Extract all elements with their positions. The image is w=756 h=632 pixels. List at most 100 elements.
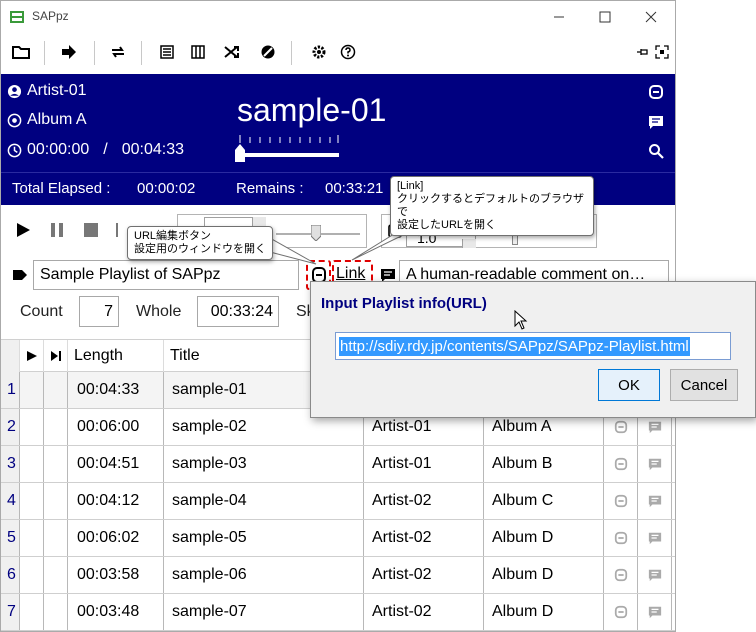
speed-spinner[interactable] xyxy=(462,239,476,248)
row-length: 00:04:51 xyxy=(68,446,164,482)
ok-button[interactable]: OK xyxy=(598,369,660,401)
row-comment-cell[interactable] xyxy=(638,520,672,556)
table-row[interactable]: 3 00:04:51 sample-03 Artist-01 Album B xyxy=(1,446,675,483)
url-edit-tooltip: URL編集ボタン 設定用のウィンドウを開く xyxy=(127,226,273,260)
clock-icon xyxy=(7,143,22,157)
search-icon xyxy=(649,144,664,159)
whole-value: 00:33:24 xyxy=(210,302,273,320)
row-number-text: 4 xyxy=(7,492,16,509)
playlist-url-button[interactable] xyxy=(648,84,664,100)
row-url-cell[interactable] xyxy=(604,446,638,482)
url-input[interactable]: http://sdiy.rdy.jp/contents/SAPpz/SAPpz-… xyxy=(335,332,731,360)
play-button[interactable] xyxy=(15,222,31,238)
link-icon xyxy=(614,420,627,434)
toolbar xyxy=(1,35,675,71)
maximize-icon xyxy=(599,11,611,23)
tag-icon xyxy=(13,270,27,280)
row-play-cell xyxy=(20,483,44,519)
help-icon xyxy=(340,44,356,60)
disable-button[interactable] xyxy=(257,41,279,63)
header-play-column[interactable] xyxy=(20,340,44,372)
row-play-cell xyxy=(20,520,44,556)
help-button[interactable] xyxy=(337,41,359,63)
minimize-button[interactable] xyxy=(539,5,579,29)
search-button[interactable] xyxy=(648,143,664,159)
row-number-text: 7 xyxy=(7,603,16,620)
row-comment-cell[interactable] xyxy=(638,557,672,593)
header-next-column[interactable] xyxy=(44,340,68,372)
row-artist-text: Artist-01 xyxy=(372,418,432,435)
album-name: Album A xyxy=(27,111,87,128)
row-number: 4 xyxy=(1,483,20,519)
now-playing-panel: Artist-01 Album A 00:00:00 / 00:04:33 sa… xyxy=(1,74,675,172)
pause-button[interactable] xyxy=(49,222,65,238)
row-play-cell xyxy=(20,557,44,593)
row-url-cell[interactable] xyxy=(604,594,638,630)
table-row[interactable]: 7 00:03:48 sample-07 Artist-02 Album D xyxy=(1,594,675,631)
row-album: Album D xyxy=(484,594,604,630)
row-length-text: 00:04:33 xyxy=(77,381,140,398)
stop-button[interactable] xyxy=(83,222,99,238)
row-album-text: Album B xyxy=(492,455,553,472)
row-artist-text: Artist-02 xyxy=(372,566,432,583)
row-album-text: Album C xyxy=(492,492,554,509)
link-tooltip-line2: クリックするとデフォルトのブラウザで xyxy=(397,193,584,218)
pin-button[interactable] xyxy=(631,41,653,63)
count-field: 7 xyxy=(79,296,119,327)
settings-button[interactable] xyxy=(308,41,330,63)
row-next-cell xyxy=(44,372,68,408)
playlist-name-field[interactable]: Sample Playlist of SAPpz xyxy=(33,260,299,290)
row-number-text: 3 xyxy=(7,455,16,472)
row-url-cell[interactable] xyxy=(604,483,638,519)
shuffle-button[interactable] xyxy=(221,41,243,63)
row-comment-cell[interactable] xyxy=(638,446,672,482)
title-bar: SAPpz xyxy=(1,1,675,32)
seek-bar[interactable] xyxy=(239,153,339,157)
time-separator: / xyxy=(103,141,108,158)
table-row[interactable]: 4 00:04:12 sample-04 Artist-02 Album C xyxy=(1,483,675,520)
row-title: sample-05 xyxy=(164,520,364,556)
open-folder-button[interactable] xyxy=(10,41,32,63)
user-icon xyxy=(7,84,22,98)
row-number-text: 6 xyxy=(7,566,16,583)
row-length-text: 00:03:58 xyxy=(77,566,140,583)
row-album-text: Album D xyxy=(492,566,554,583)
row-artist: Artist-02 xyxy=(364,557,484,593)
row-album: Album C xyxy=(484,483,604,519)
link-icon xyxy=(614,531,627,545)
close-button[interactable] xyxy=(631,5,671,29)
repeat-button[interactable] xyxy=(107,41,129,63)
columns-button[interactable] xyxy=(187,41,209,63)
table-row[interactable]: 5 00:06:02 sample-05 Artist-02 Album D xyxy=(1,520,675,557)
row-album-text: Album A xyxy=(492,418,552,435)
cancel-button[interactable]: Cancel xyxy=(670,369,738,401)
row-next-cell xyxy=(44,446,68,482)
row-url-cell[interactable] xyxy=(604,557,638,593)
seek-thumb[interactable] xyxy=(235,144,245,162)
maximize-button[interactable] xyxy=(585,5,625,29)
row-title-text: sample-03 xyxy=(172,455,247,472)
table-row[interactable]: 6 00:03:58 sample-06 Artist-02 Album D xyxy=(1,557,675,594)
link-icon xyxy=(614,457,627,471)
comment-icon xyxy=(649,116,663,129)
header-length[interactable]: Length xyxy=(68,340,164,372)
compact-mode-button[interactable] xyxy=(651,41,673,63)
row-title-text: sample-01 xyxy=(172,381,247,398)
comment-icon xyxy=(648,569,661,582)
row-comment-cell[interactable] xyxy=(638,483,672,519)
row-title: sample-07 xyxy=(164,594,364,630)
track-title: sample-01 xyxy=(237,92,387,128)
url-edit-tooltip-pointer xyxy=(270,237,317,265)
row-number-text: 1 xyxy=(7,381,16,398)
row-comment-cell[interactable] xyxy=(638,594,672,630)
next-playlist-button[interactable] xyxy=(58,41,80,63)
row-url-cell[interactable] xyxy=(604,520,638,556)
count-label: Count xyxy=(20,303,63,320)
list-view-button[interactable] xyxy=(156,41,178,63)
columns-icon xyxy=(191,45,205,59)
folder-icon xyxy=(12,46,30,59)
row-title: sample-03 xyxy=(164,446,364,482)
comment-button[interactable] xyxy=(648,114,664,130)
row-number: 5 xyxy=(1,520,20,556)
play-icon xyxy=(17,223,30,237)
